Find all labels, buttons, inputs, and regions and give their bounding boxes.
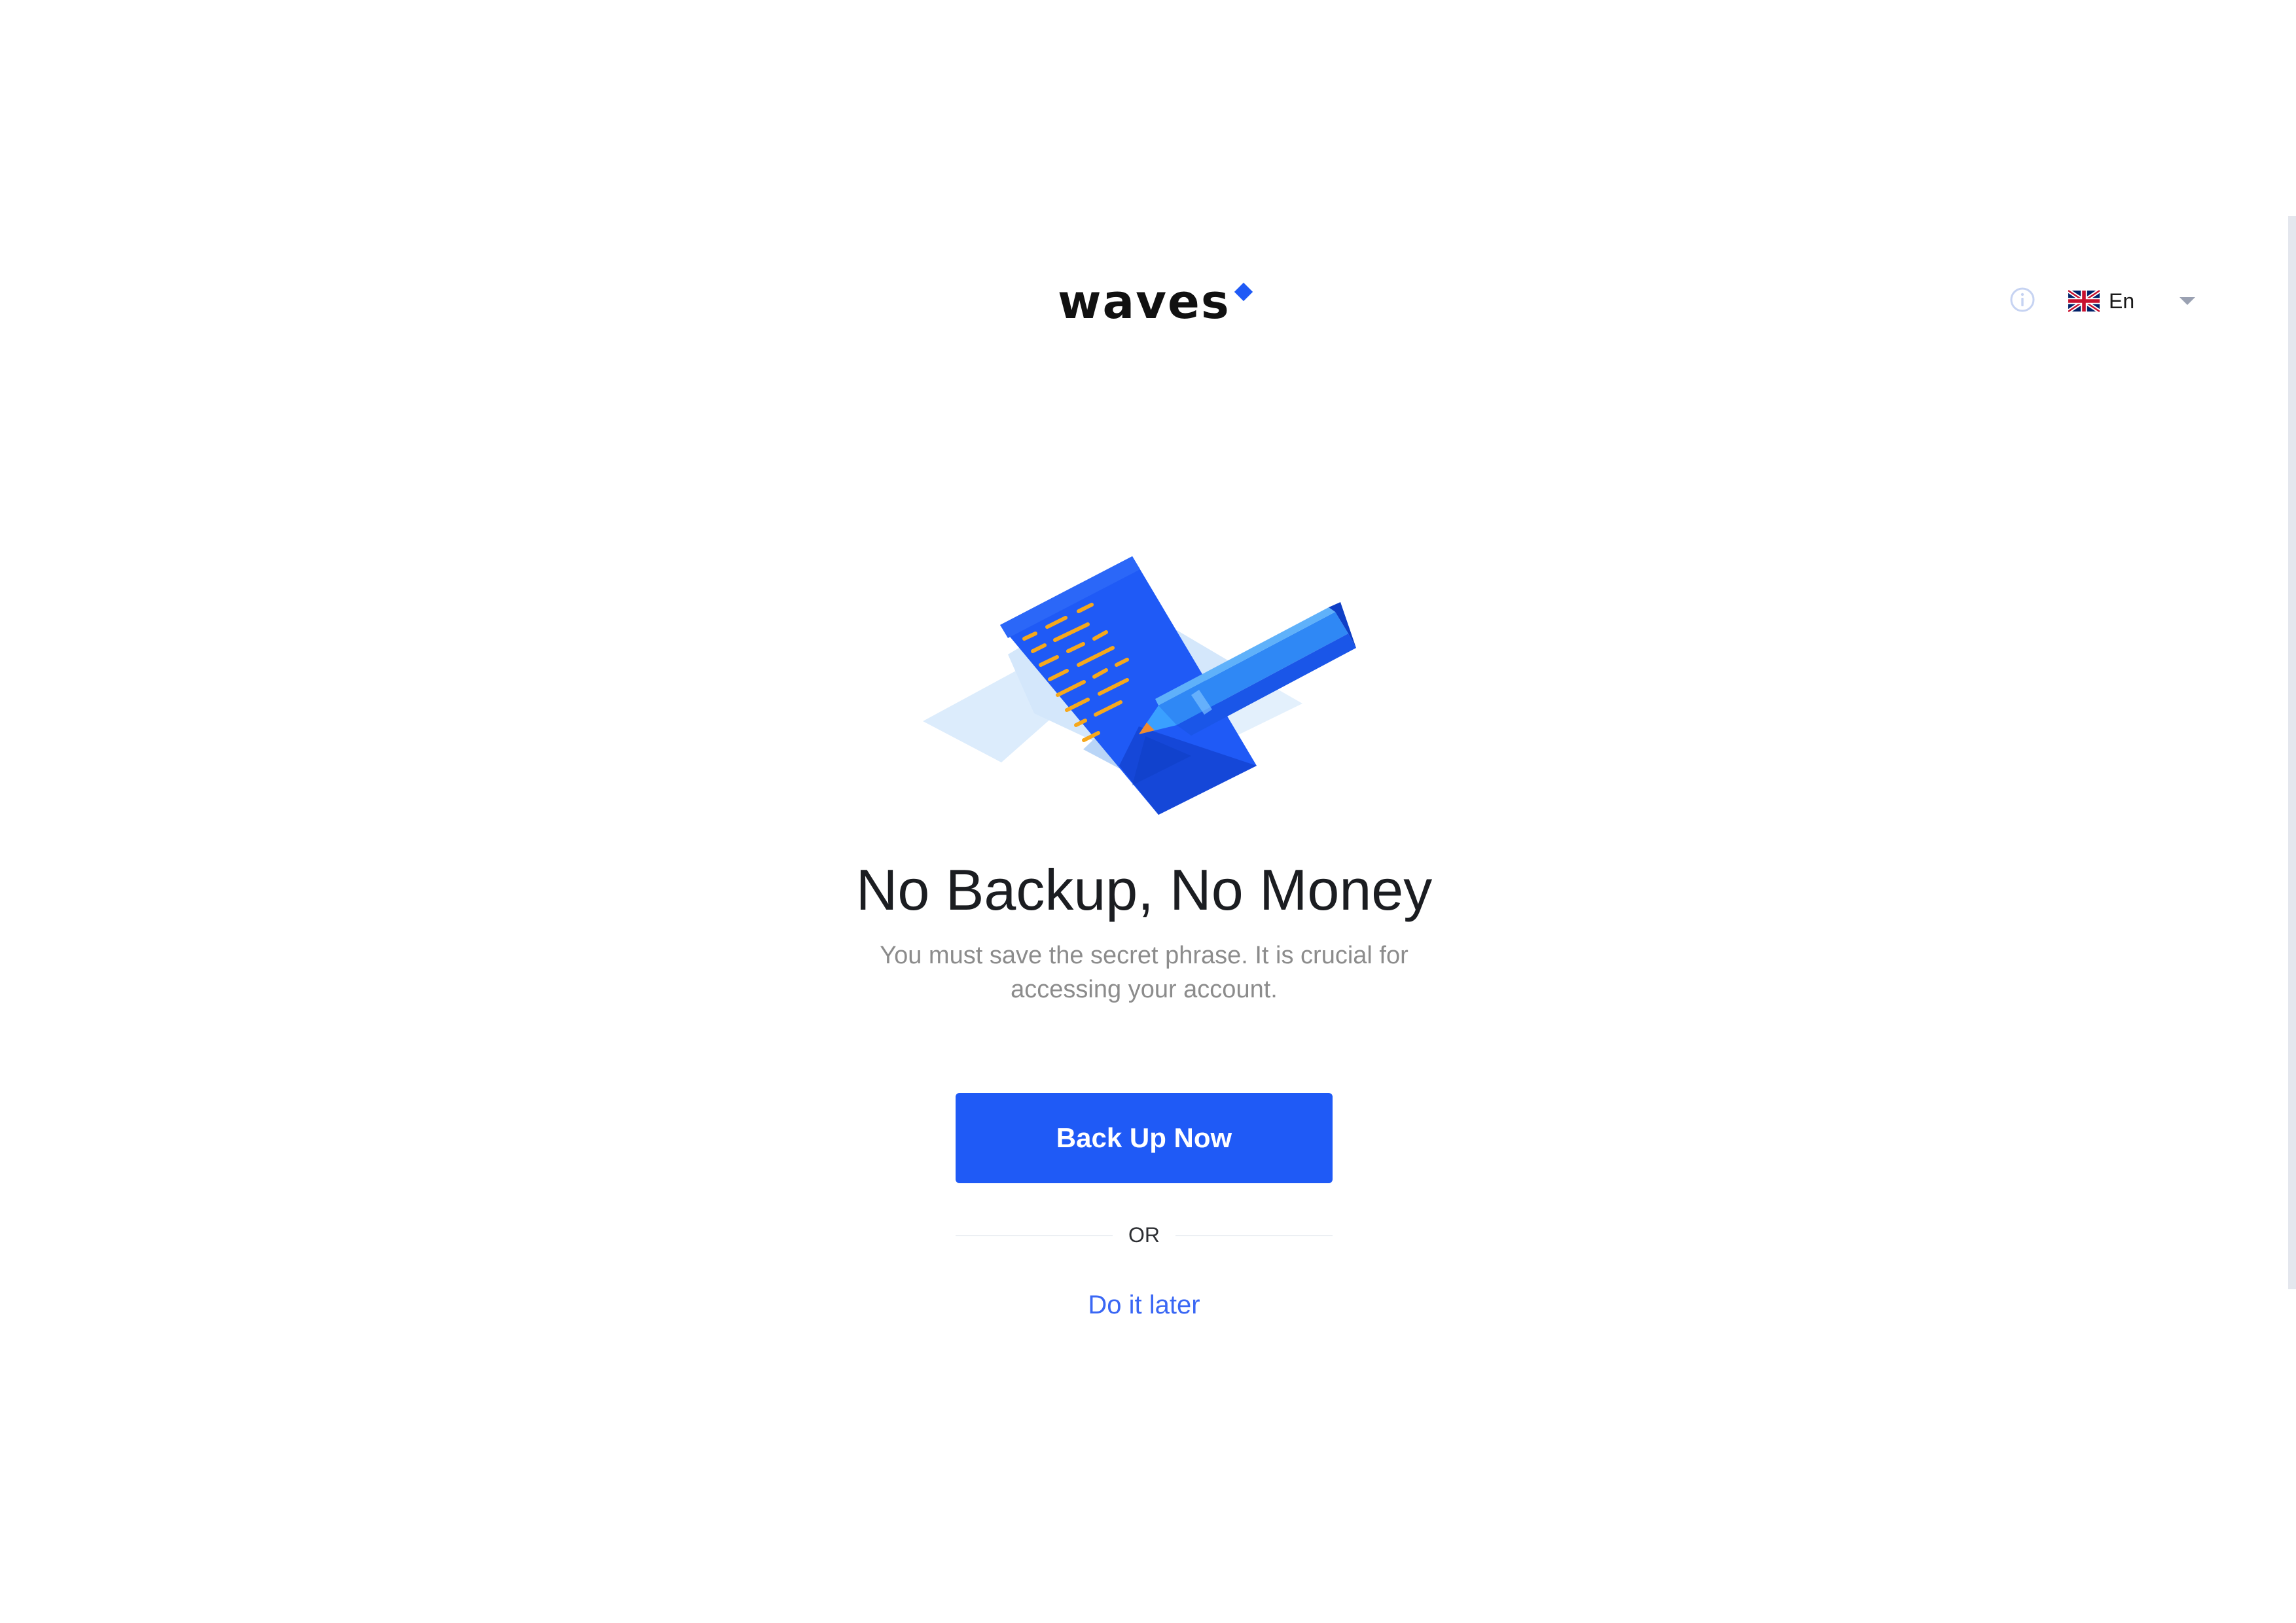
- document-pencil-illustration: [923, 556, 1356, 815]
- language-selector[interactable]: En: [2068, 283, 2199, 319]
- or-divider: OR: [956, 1219, 1333, 1251]
- scrollbar[interactable]: [2288, 216, 2296, 1289]
- page-title: No Backup, No Money: [855, 857, 1433, 922]
- page: waves En No Backup, No Money You must sa…: [0, 0, 2296, 1623]
- divider-text: OR: [1128, 1223, 1160, 1247]
- back-up-now-button[interactable]: Back Up Now: [956, 1093, 1333, 1183]
- uk-flag-icon: [2068, 290, 2100, 312]
- waves-logo: waves: [1058, 272, 1253, 338]
- logo-diamond-icon: [1234, 282, 1253, 302]
- info-icon[interactable]: [2009, 287, 2036, 313]
- do-it-later-link[interactable]: Do it later: [1021, 1287, 1267, 1323]
- chevron-down-icon: [2179, 297, 2195, 305]
- logo-text: waves: [1058, 274, 1230, 329]
- language-label: En: [2109, 289, 2135, 313]
- page-subtitle: You must save the secret phrase. It is c…: [880, 942, 1408, 1003]
